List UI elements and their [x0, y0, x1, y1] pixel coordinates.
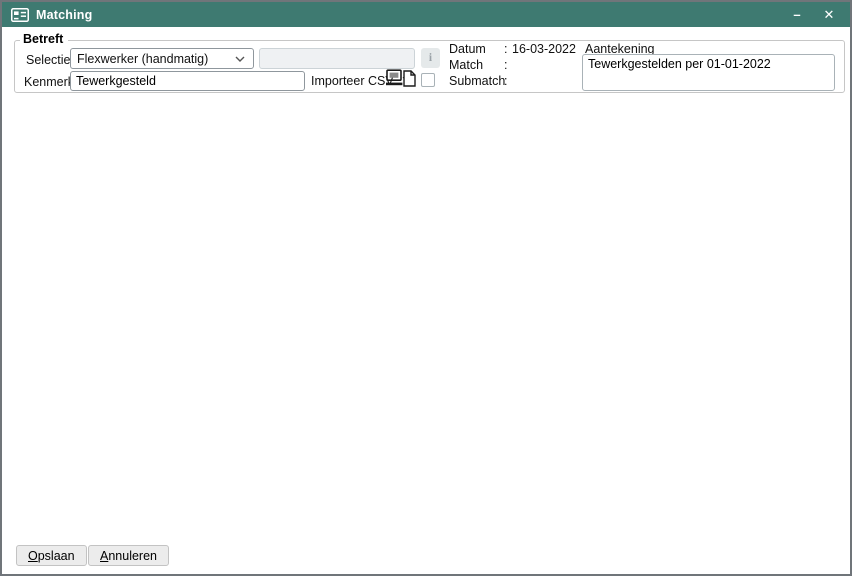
save-button[interactable]: Opslaan — [16, 545, 87, 566]
matching-dialog-window: Matching – ✕ Betreft Selectie Flexwerker… — [0, 0, 852, 576]
datum-value: 16-03-2022 — [512, 42, 576, 58]
match-separator: : — [504, 58, 512, 74]
submatch-separator: : — [504, 74, 512, 90]
importeer-csv-label: Importeer CSV — [311, 74, 394, 88]
submatch-row: Submatch : — [449, 74, 512, 90]
save-button-label: Opslaan — [28, 549, 75, 563]
close-button[interactable]: ✕ — [816, 2, 842, 27]
cancel-button-label: Annuleren — [100, 549, 157, 563]
match-row: Match : — [449, 58, 512, 74]
betreft-legend: Betreft — [20, 32, 68, 46]
datum-row: Datum : 16-03-2022 — [449, 42, 576, 58]
selectie-select[interactable]: Flexwerker (handmatig) — [70, 48, 254, 69]
selectie-extra-field — [259, 48, 415, 69]
datum-label: Datum — [449, 42, 504, 58]
minimize-button[interactable]: – — [784, 2, 810, 27]
info-button[interactable]: i — [421, 48, 440, 68]
kenmerk-input[interactable] — [70, 71, 305, 91]
selectie-selected-option: Flexwerker (handmatig) — [77, 52, 208, 66]
kenmerk-label: Kenmerk — [24, 75, 74, 89]
aantekening-textarea[interactable]: Tewerkgestelden per 01-01-2022 — [582, 54, 835, 91]
chevron-down-icon — [235, 56, 245, 62]
match-label: Match — [449, 58, 504, 74]
cancel-button[interactable]: Annuleren — [88, 545, 169, 566]
document-icon — [403, 70, 416, 87]
window-title: Matching — [36, 8, 92, 22]
submatch-label: Submatch — [449, 74, 504, 90]
titlebar: Matching – ✕ — [2, 2, 850, 27]
contact-card-icon — [11, 8, 29, 22]
import-csv-checkbox[interactable] — [421, 73, 435, 87]
content-area — [4, 97, 848, 539]
datum-separator: : — [504, 42, 512, 58]
selectie-label: Selectie — [26, 53, 70, 67]
import-csv-button[interactable] — [386, 69, 416, 87]
